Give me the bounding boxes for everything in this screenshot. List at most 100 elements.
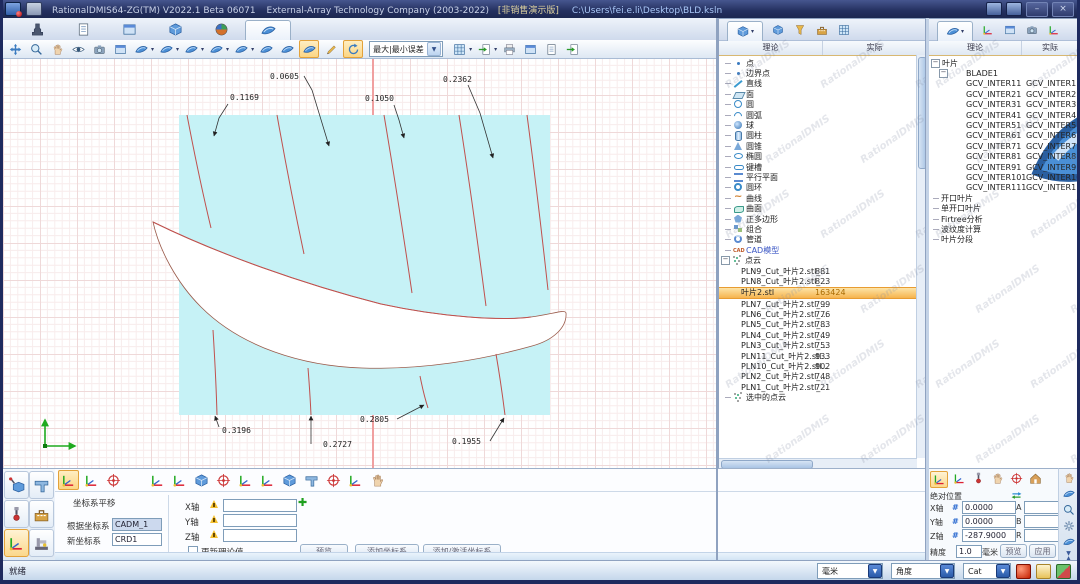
blade-tool-icon[interactable]: [1061, 487, 1076, 501]
connection-status-icon[interactable]: [1056, 564, 1071, 579]
blade-section-row[interactable]: GCV_INTER11GCV_INTER11: [929, 79, 1078, 89]
tab-window[interactable]: [107, 20, 151, 40]
blade-analysis-item[interactable]: 开口叶片: [929, 193, 1078, 203]
tab-blade[interactable]: [245, 20, 291, 42]
blade-analysis-item[interactable]: 叶片分段: [929, 235, 1078, 245]
blade-align-icon[interactable]: [207, 41, 225, 57]
tree-tab-icon[interactable]: [1046, 23, 1061, 37]
csys-axis-icon[interactable]: [148, 471, 167, 489]
save-window-icon[interactable]: [542, 41, 560, 57]
feature-item-boundary-point[interactable]: 边界点: [719, 68, 926, 78]
blade-section-row[interactable]: GCV_INTER101GCV_INTER101: [929, 172, 1078, 182]
panel-splitter[interactable]: [925, 18, 929, 560]
x-offset-field[interactable]: [223, 499, 297, 512]
blade-section-row[interactable]: GCV_INTER71GCV_INTER71: [929, 141, 1078, 151]
point-cloud-group[interactable]: −点云: [719, 255, 926, 265]
rel-position-icon[interactable]: [951, 471, 967, 486]
csys-tools-icon[interactable]: [368, 471, 387, 489]
panel-splitter[interactable]: [716, 18, 718, 560]
dropdown-arrow-icon[interactable]: ▾: [201, 46, 204, 53]
axis-value-field[interactable]: [962, 515, 1016, 528]
angle-dropdown[interactable]: 角度 ▼: [891, 563, 955, 579]
column-actual[interactable]: 实际: [1022, 41, 1078, 55]
blade-section-icon[interactable]: [157, 41, 175, 57]
float-window-icon[interactable]: [986, 2, 1002, 16]
probe-button[interactable]: [4, 500, 29, 528]
dropdown-arrow-icon[interactable]: ▾: [151, 46, 154, 53]
tab-document[interactable]: [61, 20, 105, 40]
tab-model[interactable]: [153, 20, 197, 40]
add-position-icon[interactable]: [1008, 471, 1024, 486]
blade-fit-icon[interactable]: [278, 41, 296, 57]
dropdown-arrow-icon[interactable]: ▾: [251, 46, 254, 53]
csys-rps-icon[interactable]: [258, 471, 277, 489]
feature-item-parallel-planes[interactable]: 平行平面: [719, 172, 926, 182]
point-cloud-item[interactable]: PLN4_Cut_叶片2.stl_...749: [719, 330, 926, 340]
toolbox-button[interactable]: [29, 500, 54, 528]
blade-root-item[interactable]: −叶片: [929, 58, 1078, 68]
orbit-icon[interactable]: [48, 41, 66, 57]
dropdown-arrow-icon[interactable]: ▾: [176, 46, 179, 53]
feature-item-line[interactable]: 直线: [719, 79, 926, 89]
abs-position-icon[interactable]: [930, 471, 948, 488]
blade-section-row[interactable]: GCV_INTER41GCV_INTER41: [929, 110, 1078, 120]
exit-module-icon[interactable]: [563, 41, 581, 57]
blade-rotate-icon[interactable]: [343, 40, 363, 58]
csys-cad-icon[interactable]: [192, 471, 211, 489]
point-cloud-item[interactable]: PLN2_Cut_叶片2.stl_...748: [719, 372, 926, 382]
machine-button[interactable]: [29, 529, 54, 557]
alarm-status-icon[interactable]: [1016, 564, 1031, 579]
point-cloud-item[interactable]: PLN11_Cut_叶片2.stl...933: [719, 351, 926, 361]
image-window-icon[interactable]: [111, 41, 129, 57]
cat-dropdown[interactable]: Cat ▼: [963, 563, 1011, 579]
home-position-icon[interactable]: [1027, 471, 1043, 486]
csys-origin-icon[interactable]: [170, 471, 189, 489]
collapse-icon[interactable]: −: [931, 59, 940, 68]
pen-icon[interactable]: [322, 41, 340, 57]
blade-section-row[interactable]: GCV_INTER91GCV_INTER91: [929, 162, 1078, 172]
tab-blade-tree[interactable]: ▾: [937, 21, 973, 41]
feature-item-circle[interactable]: 圆: [719, 100, 926, 110]
feature-item-slot[interactable]: 键槽: [719, 162, 926, 172]
point-cloud-item[interactable]: PLN3_Cut_叶片2.stl_...753: [719, 341, 926, 351]
report-pattern-icon[interactable]: [450, 41, 468, 57]
feature-item-plane[interactable]: 面: [719, 89, 926, 99]
window-tab-icon[interactable]: [1002, 23, 1017, 37]
gear-tool-icon[interactable]: [1061, 519, 1076, 533]
chevron-down-icon[interactable]: ▼: [427, 42, 441, 56]
cad-model-item[interactable]: CAD模型: [719, 245, 926, 255]
dropdown-arrow-icon[interactable]: ▾: [494, 46, 497, 53]
blade-section-row[interactable]: GCV_INTER111GCV_INTER111: [929, 183, 1078, 193]
point-cloud-item[interactable]: PLN1_Cut_叶片2.stl_...721: [719, 382, 926, 392]
new-csys-field[interactable]: [112, 533, 162, 546]
blade-deviation-icon[interactable]: [299, 40, 319, 58]
angle-value-field[interactable]: [1024, 529, 1060, 542]
point-cloud-item[interactable]: PLN10_Cut_叶片2.stl...902: [719, 361, 926, 371]
point-cloud-item[interactable]: PLN9_Cut_叶片2.stl_...881: [719, 266, 926, 276]
feature-item-cone[interactable]: 圆锥: [719, 141, 926, 151]
blade-compare-icon[interactable]: [257, 41, 275, 57]
tab-features[interactable]: ▾: [727, 21, 763, 41]
feature-item-pipe[interactable]: 管道: [719, 235, 926, 245]
unit-dropdown[interactable]: 毫米 ▼: [817, 563, 883, 579]
axis-value-field[interactable]: [962, 529, 1016, 542]
camera-tab-icon[interactable]: [1024, 23, 1039, 37]
point-cloud-item[interactable]: PLN5_Cut_叶片2.stl_...783: [719, 320, 926, 330]
blade-section-row[interactable]: GCV_INTER61GCV_INTER61: [929, 131, 1078, 141]
blade-import-icon[interactable]: [132, 41, 150, 57]
zoom-window-icon[interactable]: [27, 41, 45, 57]
collapse-icon[interactable]: −: [721, 256, 730, 265]
blade-curve-icon[interactable]: [182, 41, 200, 57]
import-window-icon[interactable]: [521, 41, 539, 57]
pos-apply-button[interactable]: 应用: [1029, 544, 1056, 558]
csys-translate-icon[interactable]: [58, 470, 79, 490]
horizontal-scrollbar[interactable]: [719, 458, 917, 468]
joystick-icon[interactable]: [989, 471, 1005, 486]
feature-item-cylinder[interactable]: 圆柱: [719, 131, 926, 141]
csys-321-icon[interactable]: [104, 471, 123, 489]
view-icon[interactable]: [69, 41, 87, 57]
feature-item-polygon[interactable]: 正多边形: [719, 214, 926, 224]
csys-manage-icon[interactable]: [346, 471, 365, 489]
chevron-down-icon[interactable]: ▼: [868, 564, 882, 578]
grid-tab-icon[interactable]: [836, 23, 851, 37]
